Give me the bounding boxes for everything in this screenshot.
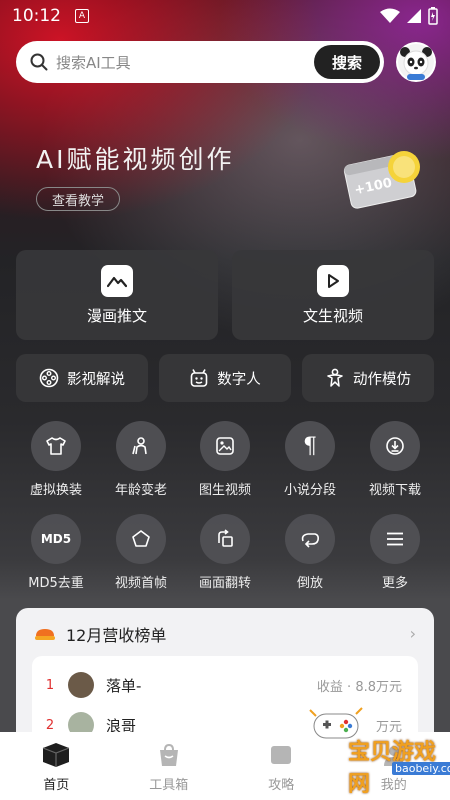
- search-icon: [30, 53, 48, 71]
- battery-icon: [428, 7, 438, 25]
- notification-a-icon: A: [75, 9, 89, 23]
- rank-user-name: 落单-: [106, 676, 142, 695]
- tool-video-first-frame[interactable]: 视频首帧: [99, 514, 183, 591]
- mountain-icon: [101, 264, 133, 297]
- download-icon: [370, 421, 420, 471]
- md5-icon: MD5: [31, 514, 81, 564]
- tab-guide[interactable]: 攻略: [225, 732, 338, 800]
- signal-icon: [407, 9, 421, 23]
- chevron-right-icon[interactable]: ›: [410, 624, 416, 643]
- coin-card-illustration: +100: [340, 145, 430, 215]
- tool-label: 倒放: [296, 576, 323, 591]
- pilcrow-icon: ¶: [285, 421, 335, 471]
- tool-label: 画面翻转: [198, 576, 251, 591]
- menu-icon: [370, 514, 420, 564]
- ranking-header: 12月营收榜单: [34, 622, 166, 646]
- tab-home[interactable]: 首页: [0, 732, 113, 800]
- ranking-row[interactable]: 1 落单- 收益 · 8.8万元: [32, 666, 418, 704]
- pentagon-icon: [116, 514, 166, 564]
- card-comic-tweet[interactable]: 漫画推文: [16, 250, 218, 340]
- image-icon: [200, 421, 250, 471]
- tool-virtual-outfit[interactable]: 虚拟换装: [14, 421, 98, 498]
- status-bar: 10:12 A: [0, 0, 450, 32]
- tool-label: 图生视频: [198, 483, 251, 498]
- tab-toolbox[interactable]: 工具箱: [113, 732, 226, 800]
- tool-label: 小说分段: [283, 483, 336, 498]
- guide-icon: [271, 746, 292, 764]
- rank-number: 2: [45, 717, 55, 733]
- ranking-title: 12月营收榜单: [66, 626, 167, 645]
- figure-icon: [327, 368, 343, 387]
- user-avatar[interactable]: [396, 42, 436, 82]
- tab-label: 工具箱: [149, 778, 189, 793]
- film-reel-icon: [39, 368, 59, 388]
- hero-title: AI赋能视频创作: [36, 145, 235, 174]
- box-icon: [43, 743, 70, 767]
- shirt-icon: [31, 421, 81, 471]
- card-label: 数字人: [217, 371, 261, 388]
- search-row: 搜索AI工具 搜索: [16, 40, 436, 84]
- play-icon: [317, 264, 349, 297]
- toolbox-icon: [159, 743, 178, 766]
- card-label: 动作模仿: [353, 371, 411, 388]
- rank-number: 1: [45, 677, 55, 693]
- rank-income: 收益 · 8.8万元: [316, 679, 402, 695]
- tool-image-to-video[interactable]: 图生视频: [183, 421, 267, 498]
- robot-face-icon: [190, 369, 208, 387]
- rewind-loop-icon: [285, 514, 335, 564]
- search-button[interactable]: 搜索: [314, 45, 380, 79]
- tool-reverse[interactable]: 倒放: [268, 514, 352, 591]
- bottom-tab-bar: 首页 工具箱 攻略 我的: [0, 732, 450, 800]
- panda-avatar-icon: [398, 44, 434, 80]
- md5-icon-text: MD5: [40, 532, 72, 546]
- user-avatar: [68, 672, 94, 698]
- rotate-icon: [200, 514, 250, 564]
- tab-label: 攻略: [268, 778, 295, 793]
- search-placeholder: 搜索AI工具: [56, 53, 131, 72]
- profile-icon: [383, 746, 404, 766]
- tool-more[interactable]: 更多: [353, 514, 437, 591]
- tutorial-button[interactable]: 查看教学: [36, 187, 120, 211]
- tool-age-older[interactable]: 年龄变老: [99, 421, 183, 498]
- tool-label: 更多: [381, 576, 408, 591]
- card-label: 影视解说: [67, 371, 125, 388]
- card-digital-human[interactable]: 数字人: [159, 354, 291, 402]
- tool-label: 年龄变老: [114, 483, 167, 498]
- tool-label: MD5去重: [28, 576, 84, 591]
- card-film-commentary[interactable]: 影视解说: [16, 354, 148, 402]
- tool-md5-dedupe[interactable]: MD5 MD5去重: [14, 514, 98, 591]
- tab-profile[interactable]: 我的: [338, 732, 450, 800]
- tool-label: 虚拟换装: [29, 483, 82, 498]
- card-label: 漫画推文: [86, 306, 147, 325]
- tool-video-download[interactable]: 视频下载: [353, 421, 437, 498]
- card-text-to-video[interactable]: 文生视频: [232, 250, 434, 340]
- card-label: 文生视频: [302, 306, 363, 325]
- trophy-icon: [35, 629, 55, 640]
- tool-novel-segment[interactable]: ¶ 小说分段: [268, 421, 352, 498]
- tool-frame-flip[interactable]: 画面翻转: [183, 514, 267, 591]
- card-motion-mimic[interactable]: 动作模仿: [302, 354, 434, 402]
- tab-label: 我的: [380, 778, 407, 793]
- search-input[interactable]: 搜索AI工具 搜索: [16, 41, 384, 83]
- tab-label: 首页: [43, 778, 70, 793]
- status-time: 10:12: [12, 6, 61, 26]
- tool-label: 视频首帧: [114, 576, 167, 591]
- person-cane-icon: [116, 421, 166, 471]
- wifi-icon: [380, 8, 400, 23]
- tool-label: 视频下载: [368, 483, 421, 498]
